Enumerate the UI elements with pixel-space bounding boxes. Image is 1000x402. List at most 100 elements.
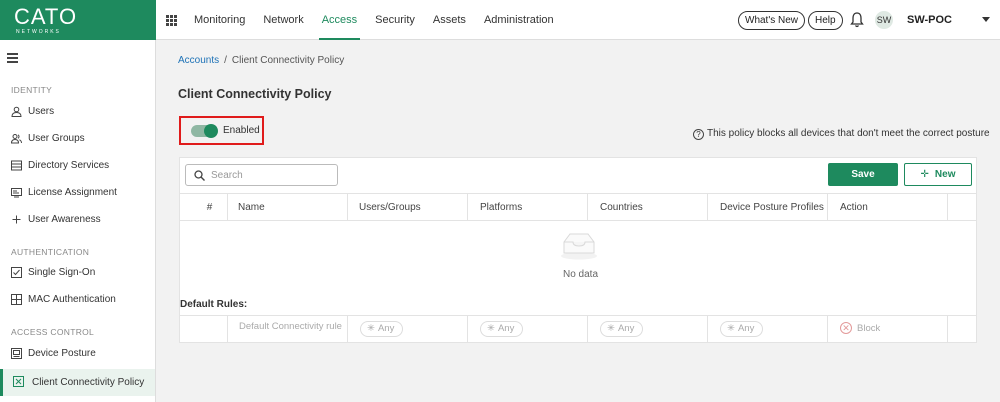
nav-monitoring[interactable]: Monitoring — [194, 0, 245, 40]
asterisk-icon: ✳ — [487, 323, 495, 334]
users-icon — [11, 134, 22, 144]
breadcrumb: Accounts / Client Connectivity Policy — [178, 55, 344, 66]
sidebar-item-user-awareness[interactable]: User Awareness — [0, 208, 155, 232]
nav-security[interactable]: Security — [375, 0, 415, 40]
breadcrumb-separator: / — [224, 55, 227, 66]
toggle-knob — [204, 124, 218, 138]
device-icon — [11, 348, 22, 359]
account-name[interactable]: SW-POC — [907, 14, 952, 26]
table-row[interactable]: Default Connectivity rule ✳ Any ✳ Any ✳ Any… — [180, 315, 976, 343]
row-index-cell — [180, 316, 228, 343]
new-button-label: New — [934, 169, 956, 180]
sidebar-item-client-connectivity-policy[interactable]: Client Connectivity Policy — [0, 369, 155, 396]
sidebar-item-label: Single Sign-On — [28, 267, 96, 278]
enabled-toggle-highlight: Enabled — [179, 116, 264, 145]
sidebar-item-label: License Assignment — [28, 187, 117, 198]
check-square-icon — [11, 267, 22, 278]
any-chip[interactable]: ✳ Any — [600, 321, 644, 337]
grid-icon[interactable] — [166, 15, 177, 26]
default-rules-label: Default Rules: — [180, 299, 248, 310]
any-chip-label: Any — [377, 323, 395, 334]
policy-info-text: This policy blocks all devices that don'… — [707, 128, 990, 139]
sidebar-item-label: MAC Authentication — [28, 294, 116, 305]
sidebar-item-single-sign-on[interactable]: Single Sign-On — [0, 261, 155, 285]
top-header: CATO NETWORKS Monitoring Network Access … — [0, 0, 1000, 40]
search-icon — [194, 170, 205, 181]
default-rule-name: Default Connectivity rule — [239, 321, 342, 332]
question-circle-icon: ? — [693, 129, 704, 140]
row-countries-cell: ✳ Any — [588, 316, 708, 343]
nav-assets[interactable]: Assets — [433, 0, 466, 40]
bell-icon[interactable] — [850, 12, 864, 28]
avatar[interactable]: SW — [875, 11, 893, 29]
help-button[interactable]: Help — [808, 11, 843, 30]
sidebar-item-label: User Awareness — [28, 214, 101, 225]
search-placeholder: Search — [211, 170, 243, 181]
nav-network[interactable]: Network — [263, 0, 303, 40]
license-icon — [11, 188, 22, 198]
table-header: # Name Users/Groups Platforms Countries … — [180, 193, 976, 221]
any-chip[interactable]: ✳ Any — [720, 321, 764, 337]
whats-new-button[interactable]: What's New — [738, 11, 806, 30]
empty-state-text: No data — [563, 269, 599, 280]
column-header-users-groups[interactable]: Users/Groups — [348, 194, 468, 221]
any-chip-label: Any — [497, 323, 515, 334]
row-platforms-cell: ✳ Any — [468, 316, 588, 343]
sidebar-item-label: Users — [28, 106, 55, 117]
list-icon — [11, 160, 22, 171]
cato-logo[interactable]: CATO NETWORKS — [0, 0, 156, 40]
sidebar-item-label: Client Connectivity Policy — [32, 377, 145, 388]
main-nav: Monitoring Network Access Security Asset… — [194, 0, 572, 40]
column-header-action[interactable]: Action — [828, 194, 948, 221]
empty-inbox-icon — [561, 233, 597, 260]
plus-icon — [12, 215, 21, 224]
asterisk-icon: ✳ — [727, 323, 735, 334]
sidebar-item-users[interactable]: Users — [0, 100, 155, 124]
action-block[interactable]: ✕ Block — [840, 322, 880, 334]
row-users-cell: ✳ Any — [348, 316, 468, 343]
sidebar-item-label: Device Posture — [28, 348, 96, 359]
policy-icon — [13, 376, 24, 387]
logo-tagline: NETWORKS — [16, 29, 61, 35]
rules-panel: Search Save ✛ New # Name Users/Groups Pla… — [179, 157, 977, 343]
user-icon — [11, 106, 22, 117]
any-chip[interactable]: ✳ Any — [360, 321, 404, 337]
policy-info: ? This policy blocks all devices that don… — [693, 128, 990, 140]
save-button[interactable]: Save — [828, 163, 898, 186]
column-header-device-posture-profiles[interactable]: Device Posture Profiles — [708, 194, 828, 221]
row-posture-cell: ✳ Any — [708, 316, 828, 343]
block-icon: ✕ — [840, 322, 852, 334]
any-chip[interactable]: ✳ Any — [480, 321, 524, 337]
plus-icon: ✛ — [920, 169, 929, 180]
logo-text: CATO — [14, 4, 78, 29]
row-name-cell: Default Connectivity rule — [228, 316, 348, 343]
section-identity: IDENTITY — [11, 85, 53, 95]
chevron-down-icon[interactable] — [982, 17, 990, 22]
column-header-countries[interactable]: Countries — [588, 194, 708, 221]
any-chip-label: Any — [617, 323, 635, 334]
column-header-platforms[interactable]: Platforms — [468, 194, 588, 221]
grid-square-icon — [11, 294, 22, 305]
any-chip-label: Any — [737, 323, 755, 334]
section-access-control: ACCESS CONTROL — [11, 327, 95, 337]
hamburger-icon[interactable] — [7, 53, 18, 63]
sidebar-item-label: Directory Services — [28, 160, 110, 171]
sidebar-item-user-groups[interactable]: User Groups — [0, 127, 155, 151]
sidebar-item-device-posture[interactable]: Device Posture — [0, 342, 155, 366]
nav-access[interactable]: Access — [318, 0, 361, 40]
column-header-index[interactable]: # — [180, 194, 228, 221]
row-action-cell: ✕ Block — [828, 316, 948, 343]
sidebar-item-label: User Groups — [28, 133, 85, 144]
enabled-toggle[interactable] — [191, 124, 218, 138]
search-input[interactable]: Search — [185, 164, 338, 186]
sidebar-item-license-assignment[interactable]: License Assignment — [0, 181, 155, 205]
breadcrumb-accounts-link[interactable]: Accounts — [178, 55, 219, 66]
nav-administration[interactable]: Administration — [484, 0, 554, 40]
new-rule-button[interactable]: ✛ New — [904, 163, 972, 186]
sidebar-item-mac-authentication[interactable]: MAC Authentication — [0, 288, 155, 312]
sidebar-item-directory-services[interactable]: Directory Services — [0, 154, 155, 178]
column-header-name[interactable]: Name — [228, 194, 348, 221]
action-label: Block — [857, 323, 881, 334]
asterisk-icon: ✳ — [367, 323, 375, 334]
breadcrumb-current: Client Connectivity Policy — [231, 55, 345, 66]
